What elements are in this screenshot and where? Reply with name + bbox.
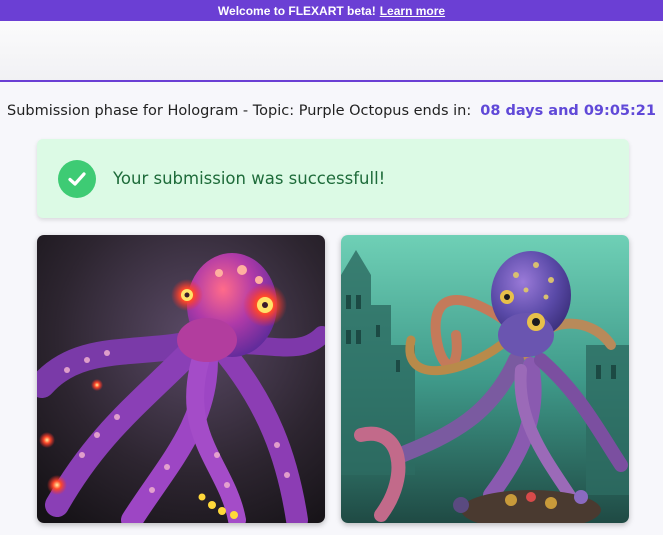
success-alert: Your submission was successfull! bbox=[37, 139, 629, 218]
checkmark-icon bbox=[58, 159, 96, 198]
submission-image-2[interactable] bbox=[341, 235, 629, 523]
phase-line: Submission phase for Hologram - Topic: P… bbox=[0, 100, 663, 122]
banner-text: Welcome to FLEXART beta! bbox=[217, 3, 376, 18]
beta-banner: Welcome to FLEXART beta! Learn more bbox=[0, 0, 663, 21]
submission-image-1[interactable] bbox=[37, 235, 325, 523]
header-bar bbox=[0, 21, 663, 82]
success-message: Your submission was successfull! bbox=[113, 169, 386, 188]
phase-text: Submission phase for Hologram - Topic: P… bbox=[7, 103, 472, 119]
learn-more-link[interactable]: Learn more bbox=[380, 4, 445, 18]
countdown-timer: 08 days and 09:05:21 bbox=[480, 103, 656, 119]
